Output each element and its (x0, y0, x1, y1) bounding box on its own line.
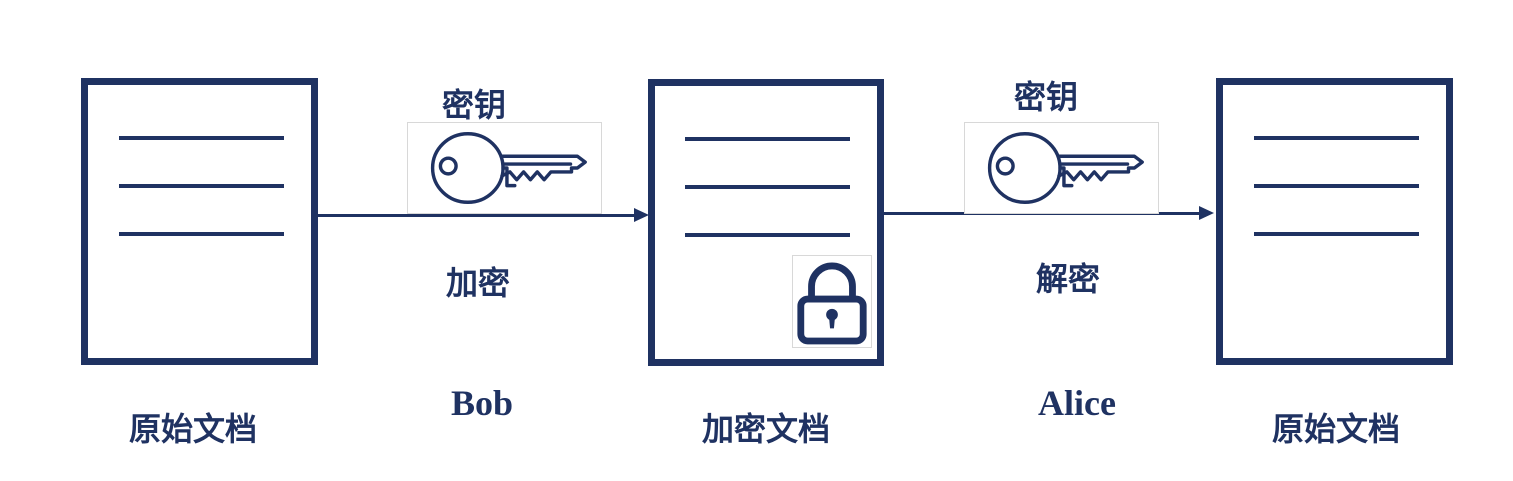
encryption-flow-diagram: 原始文档 密钥 加密 Bob 加密文档 密钥 解密 Alice 原始文档 (0, 0, 1513, 481)
decrypt-key-icon-box (964, 122, 1159, 214)
encrypt-key-icon-box (407, 122, 602, 214)
original-document-right (1216, 78, 1453, 365)
text-line (119, 136, 284, 140)
text-line (119, 184, 284, 188)
key-icon (987, 132, 1144, 204)
text-line (685, 233, 850, 237)
text-line (685, 137, 850, 141)
text-line (1254, 232, 1419, 236)
lock-icon-box (792, 255, 872, 348)
encrypt-arrow-head (634, 208, 649, 222)
text-line (685, 185, 850, 189)
text-line (119, 232, 284, 236)
text-line (1254, 184, 1419, 188)
text-line (1254, 136, 1419, 140)
original-document-left-label: 原始文档 (129, 410, 258, 448)
lock-icon (797, 262, 867, 345)
original-document-left (81, 78, 318, 365)
key-icon (430, 132, 587, 204)
encrypt-actor-name: Bob (451, 383, 514, 423)
original-document-right-label: 原始文档 (1272, 410, 1401, 448)
decrypt-key-label: 密钥 (1014, 78, 1079, 116)
decrypt-arrow-head (1199, 206, 1214, 220)
encrypt-key-label: 密钥 (442, 86, 507, 124)
encrypted-document-label: 加密文档 (702, 410, 831, 448)
decrypt-actor-name: Alice (1038, 383, 1116, 423)
encrypt-action-label: 加密 (446, 264, 511, 302)
decrypt-action-label: 解密 (1036, 260, 1101, 298)
encrypt-arrow-line (318, 214, 636, 217)
